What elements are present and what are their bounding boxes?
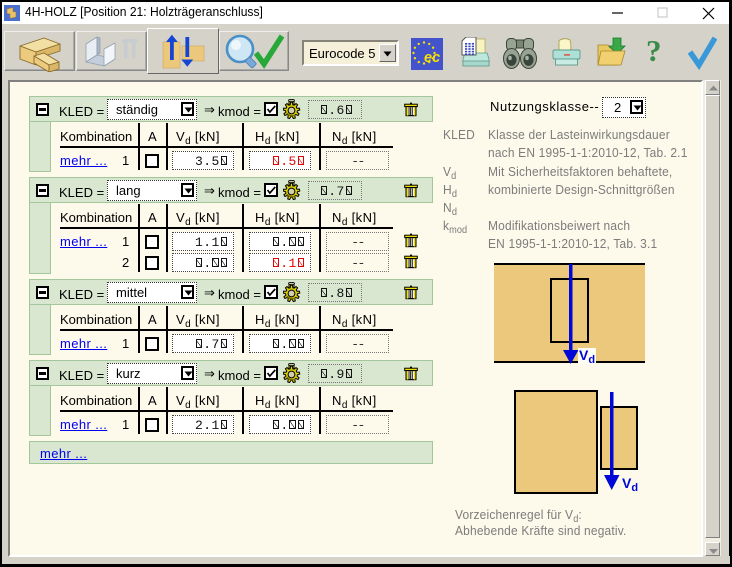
svg-text:ec: ec [424, 50, 440, 66]
